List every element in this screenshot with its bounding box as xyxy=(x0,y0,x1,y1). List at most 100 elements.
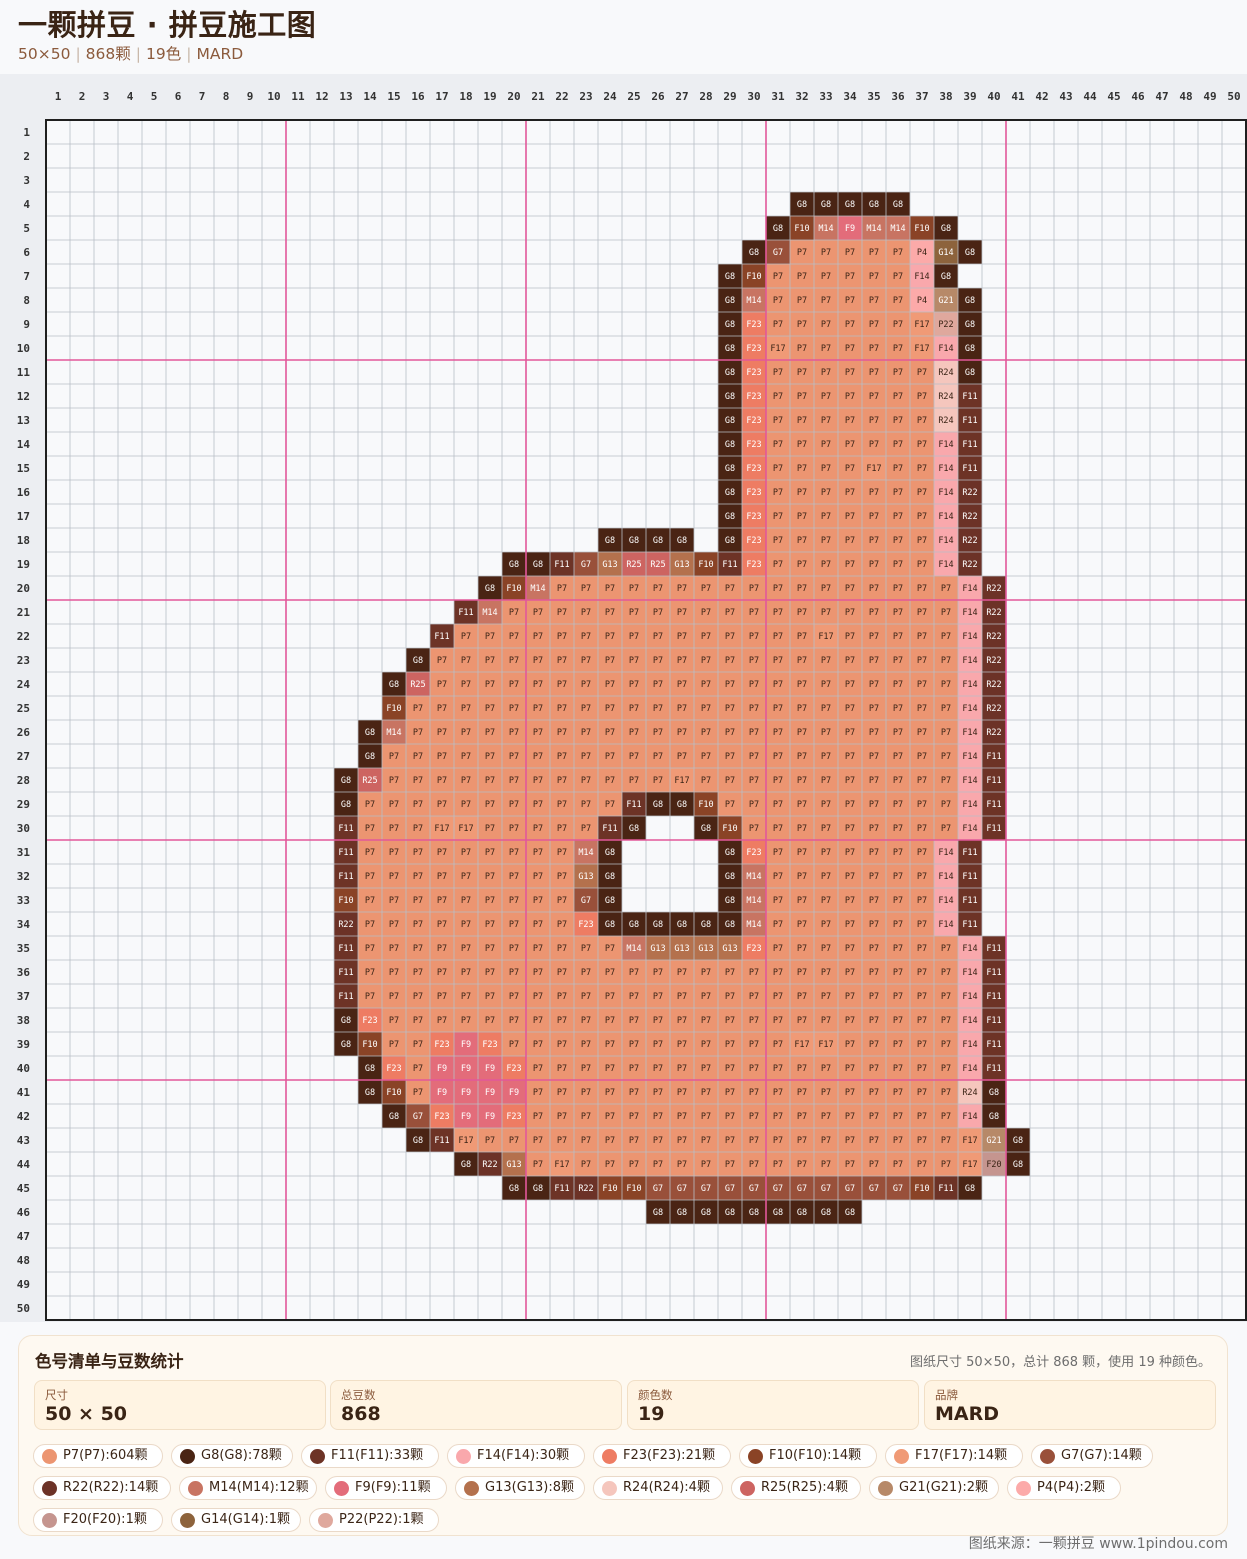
pattern-summary: 50×50 | 868颗 | 19色 | MARD xyxy=(18,42,243,64)
bead-code: P7 xyxy=(917,416,927,426)
bead-code: P7 xyxy=(629,656,639,666)
bead-code: F11 xyxy=(962,848,977,858)
bead-code: F17 xyxy=(962,1136,977,1146)
bead-code: M14 xyxy=(626,944,641,954)
bead-code: G8 xyxy=(605,920,615,930)
bead-code: P7 xyxy=(797,776,807,786)
bead-code: P7 xyxy=(773,1064,783,1074)
bead-code: P7 xyxy=(725,1112,735,1122)
bead-code: P7 xyxy=(869,344,879,354)
color-swatch xyxy=(1040,1449,1055,1464)
bead-code: R22 xyxy=(986,680,1001,690)
bead-code: P7 xyxy=(701,584,711,594)
bead-code: P7 xyxy=(557,680,567,690)
bead-code: P7 xyxy=(701,704,711,714)
bead-code: P7 xyxy=(533,872,543,882)
bead-code: P7 xyxy=(485,632,495,642)
bead-code: P7 xyxy=(773,632,783,642)
bead-code: P7 xyxy=(677,1112,687,1122)
color-swatch xyxy=(334,1481,349,1496)
column-number: 25 xyxy=(627,90,640,103)
bead-code: P7 xyxy=(845,920,855,930)
bead-code: P7 xyxy=(845,344,855,354)
bead-code: P7 xyxy=(581,992,591,1002)
bead-code: P7 xyxy=(629,1040,639,1050)
bead-code: P7 xyxy=(677,752,687,762)
bead-code: P7 xyxy=(821,824,831,834)
bead-code: P7 xyxy=(485,1016,495,1026)
row-number: 8 xyxy=(23,294,30,307)
bead-code: P7 xyxy=(773,824,783,834)
bead-code: P7 xyxy=(773,608,783,618)
bead-code: P7 xyxy=(917,440,927,450)
bead-code: P7 xyxy=(677,968,687,978)
bead-code: F11 xyxy=(338,848,353,858)
bead-code: P7 xyxy=(797,344,807,354)
bead-code: G8 xyxy=(845,1208,855,1218)
bead-code: P7 xyxy=(485,656,495,666)
bead-code: P4 xyxy=(917,248,927,258)
column-number: 44 xyxy=(1083,90,1097,103)
bead-code: G8 xyxy=(509,1184,519,1194)
bead-code: G8 xyxy=(389,680,399,690)
bead-code: P7 xyxy=(941,752,951,762)
bead-code: P7 xyxy=(917,536,927,546)
legend-label: G8(G8):78颗 xyxy=(201,1448,282,1463)
bead-code: P7 xyxy=(893,512,903,522)
bead-code: P7 xyxy=(461,968,471,978)
bead-code: P7 xyxy=(941,608,951,618)
column-number: 47 xyxy=(1155,90,1168,103)
color-swatch xyxy=(464,1481,479,1496)
bead-code: P7 xyxy=(677,584,687,594)
bead-code: P7 xyxy=(725,1040,735,1050)
bead-code: P7 xyxy=(557,728,567,738)
bead-code: R22 xyxy=(338,920,353,930)
color-swatch xyxy=(188,1481,203,1496)
bead-code: G8 xyxy=(725,896,735,906)
bead-code: G13 xyxy=(674,560,689,570)
bead-code: P7 xyxy=(941,1112,951,1122)
row-number: 9 xyxy=(23,318,30,331)
bead-code: F10 xyxy=(698,800,713,810)
bead-code: P7 xyxy=(821,1064,831,1074)
bead-code: P7 xyxy=(701,1136,711,1146)
bead-code: P7 xyxy=(749,824,759,834)
bead-code: F23 xyxy=(434,1112,449,1122)
bead-code: F9 xyxy=(845,224,855,234)
legend-chip-g13: G13(G13):8颗 xyxy=(455,1476,585,1500)
bead-code: P7 xyxy=(653,992,663,1002)
pattern-size: 50×50 xyxy=(18,45,71,63)
bead-code: G8 xyxy=(341,1016,351,1026)
bead-code: G8 xyxy=(725,512,735,522)
bead-code: P7 xyxy=(461,704,471,714)
bead-code: P7 xyxy=(773,896,783,906)
bead-code: P7 xyxy=(821,920,831,930)
bead-code: P7 xyxy=(941,1040,951,1050)
bead-code: P7 xyxy=(629,608,639,618)
bead-code: P7 xyxy=(605,800,615,810)
bead-code: P7 xyxy=(941,704,951,714)
bead-code: P7 xyxy=(821,752,831,762)
bead-code: P7 xyxy=(797,752,807,762)
stat-value: 19 xyxy=(638,1403,665,1425)
bead-code: P7 xyxy=(893,248,903,258)
bead-code: G13 xyxy=(674,944,689,954)
bead-code: P7 xyxy=(629,1088,639,1098)
bead-code: G8 xyxy=(605,896,615,906)
bead-code: P7 xyxy=(845,1112,855,1122)
bead-code: P7 xyxy=(773,704,783,714)
bead-code: P7 xyxy=(581,1016,591,1026)
bead-code: G8 xyxy=(725,536,735,546)
legend-label: P4(P4):2颗 xyxy=(1037,1480,1106,1495)
bead-code: P7 xyxy=(461,872,471,882)
bead-code: P7 xyxy=(557,1136,567,1146)
row-number: 2 xyxy=(23,150,30,163)
row-number: 7 xyxy=(23,270,30,283)
bead-code: G8 xyxy=(749,1208,759,1218)
bead-code: F11 xyxy=(962,464,977,474)
bead-code: P7 xyxy=(509,680,519,690)
bead-code: G8 xyxy=(725,440,735,450)
bead-code: F17 xyxy=(770,344,785,354)
legend-label: G14(G14):1颗 xyxy=(201,1512,291,1527)
bead-code: P7 xyxy=(917,1112,927,1122)
